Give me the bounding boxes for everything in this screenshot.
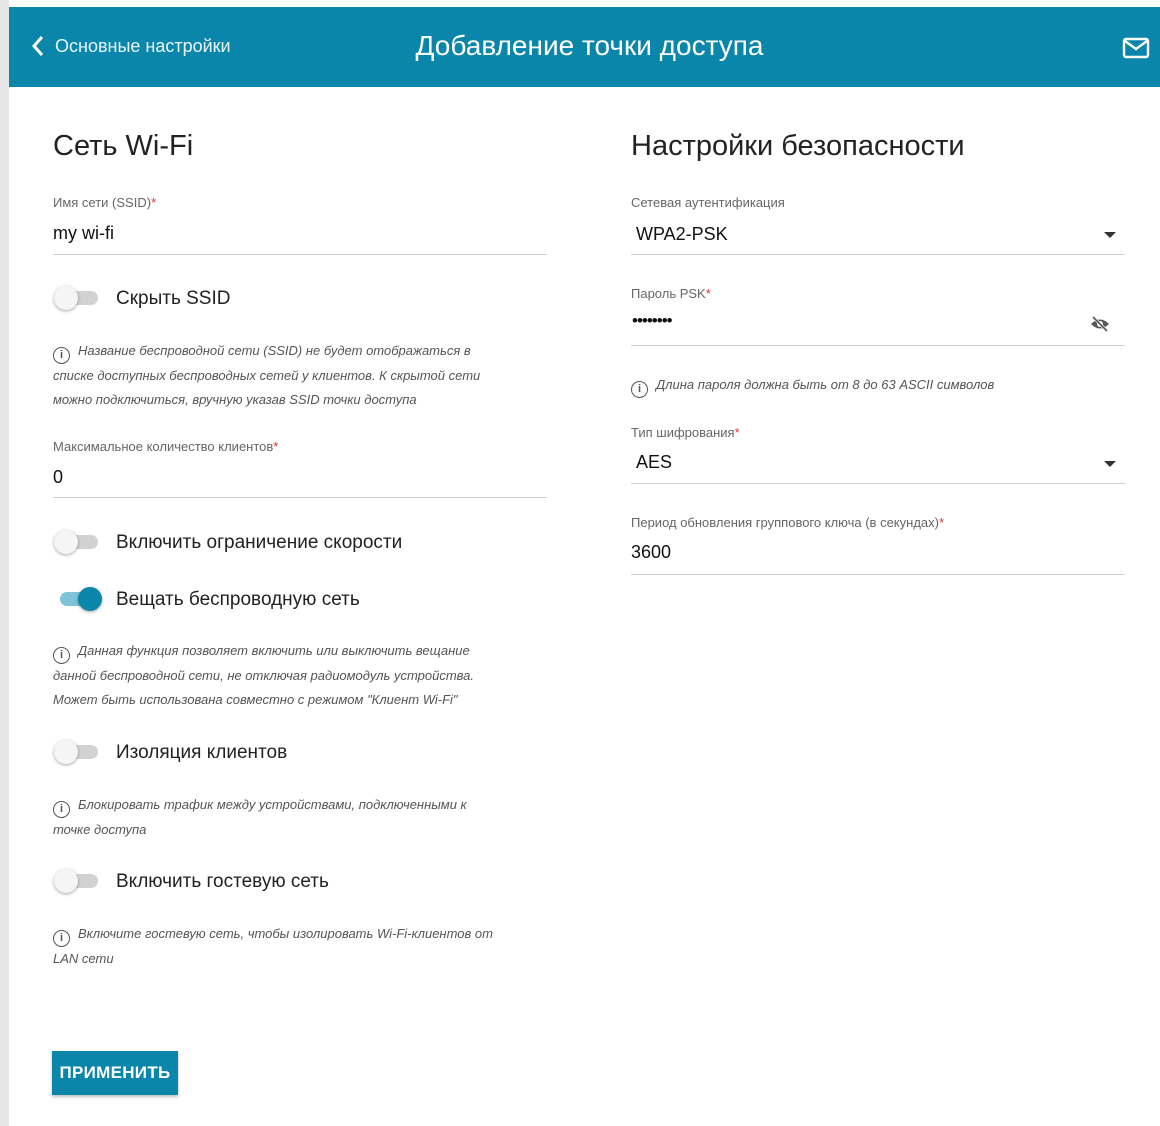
cipher-underline: [631, 483, 1125, 484]
info-icon: i: [53, 801, 70, 818]
max-clients-label: Максимальное количество клиентов*: [53, 439, 279, 454]
page-top-border: [9, 0, 1160, 7]
app-header: Основные настройки Добавление точки дост…: [9, 7, 1160, 87]
guest-label: Включить гостевую сеть: [116, 871, 329, 892]
guest-hint: i Включите гостевую сеть, чтобы изолирова…: [53, 926, 493, 966]
mail-icon[interactable]: [1122, 37, 1150, 64]
eye-off-icon[interactable]: [1090, 315, 1110, 338]
max-clients-input[interactable]: 0: [53, 467, 63, 488]
ssid-label: Имя сети (SSID)*: [53, 195, 157, 210]
guest-toggle[interactable]: [54, 869, 100, 893]
page-title: Добавление точки доступа: [415, 30, 764, 61]
auth-select[interactable]: WPA2-PSK: [636, 224, 728, 245]
group-key-input[interactable]: 3600: [631, 542, 671, 563]
cipher-select[interactable]: AES: [636, 452, 672, 473]
ssid-underline: [53, 254, 547, 255]
hide-ssid-toggle[interactable]: [54, 286, 100, 310]
psk-input[interactable]: ••••••••: [632, 311, 673, 331]
group-key-label: Период обновления группового ключа (в се…: [631, 515, 945, 530]
isolation-hint: i Блокировать трафик между устройствами, …: [53, 797, 467, 837]
cipher-label: Тип шифрования*: [631, 425, 740, 440]
wifi-section-heading: Сеть Wi-Fi: [53, 130, 194, 162]
ssid-input[interactable]: my wi-fi: [53, 223, 114, 244]
psk-underline: [631, 345, 1125, 346]
hide-ssid-hint: i Название беспроводной сети (SSID) не бу…: [53, 343, 481, 407]
auth-label: Сетевая аутентификация: [631, 195, 785, 210]
broadcast-hint: i Данная функция позволяет включить или в…: [53, 643, 475, 707]
speed-limit-label: Включить ограничение скорости: [116, 532, 403, 553]
hide-ssid-label: Скрыть SSID: [116, 288, 231, 309]
auth-underline: [631, 254, 1125, 255]
group-key-underline: [631, 574, 1125, 575]
broadcast-toggle[interactable]: [56, 587, 102, 611]
isolation-label: Изоляция клиентов: [116, 742, 288, 763]
max-clients-underline: [53, 497, 547, 498]
psk-label: Пароль PSK*: [631, 286, 711, 301]
info-icon: i: [53, 930, 70, 947]
page-left-border: [0, 0, 9, 1126]
security-section-heading: Настройки безопасности: [631, 130, 965, 162]
psk-hint: i Длина пароля должна быть от 8 до 63 ASC…: [631, 373, 994, 398]
chevron-down-icon[interactable]: [1104, 232, 1116, 238]
info-icon: i: [631, 381, 648, 398]
speed-limit-toggle[interactable]: [54, 530, 100, 554]
isolation-toggle[interactable]: [54, 740, 100, 764]
info-icon: i: [53, 347, 70, 364]
info-icon: i: [53, 647, 70, 664]
apply-button[interactable]: ПРИМЕНИТЬ: [52, 1051, 178, 1095]
broadcast-label: Вещать беспроводную сеть: [116, 589, 360, 610]
chevron-down-icon[interactable]: [1104, 461, 1116, 467]
